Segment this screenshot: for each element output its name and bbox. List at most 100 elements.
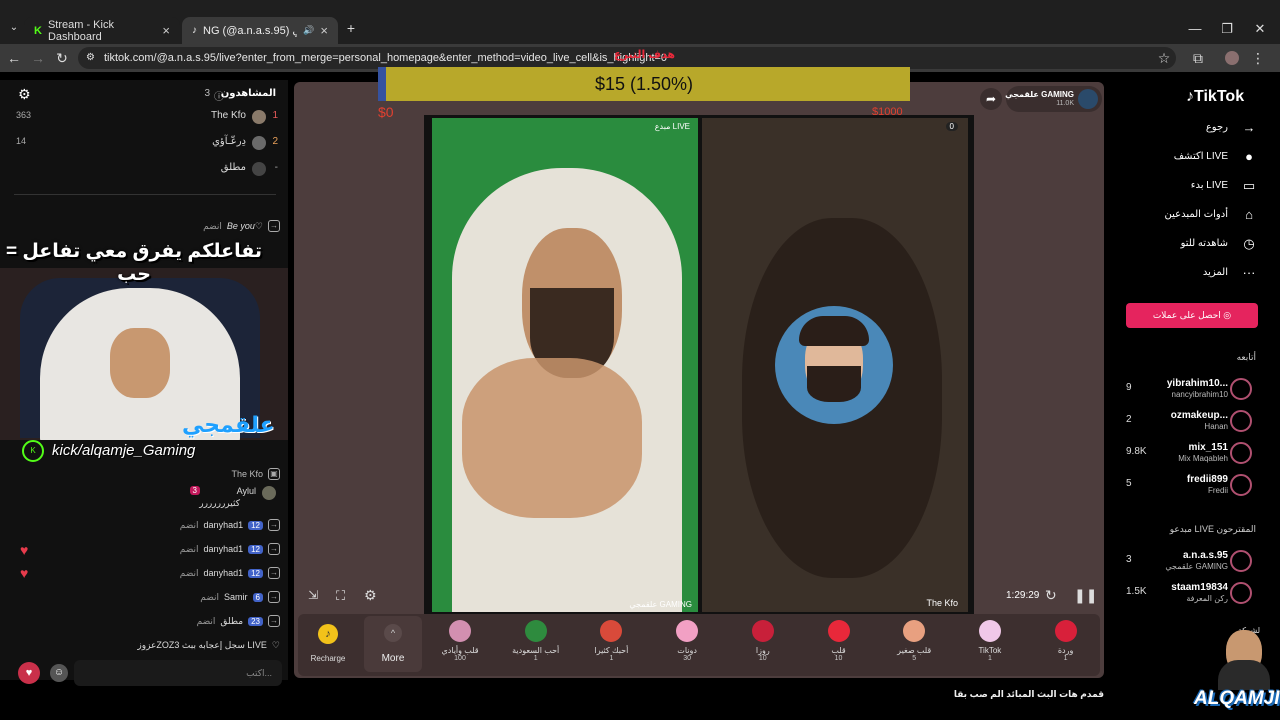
chat-row: انضم danyhad1 12 → — [8, 563, 280, 583]
gift-icon: ▣ — [268, 468, 280, 480]
info-icon[interactable]: ⓘ — [214, 88, 224, 103]
viewer-rank: - — [274, 162, 278, 173]
avatar — [1078, 89, 1098, 109]
account-row[interactable]: 3 a.n.a.s.95 علقمجي GAMING — [1126, 548, 1276, 574]
tab-tiktok-live[interactable]: ♪ NG (@a.n.a.s.95) علقمجي 🔊 × — [182, 17, 338, 44]
arrow-icon: → — [1242, 120, 1256, 135]
account-subtitle: علقمجي GAMING — [1165, 562, 1228, 571]
guest-video[interactable]: 0 The Kfo — [702, 118, 968, 612]
fullscreen-icon[interactable]: ⛶ — [336, 588, 345, 604]
chat-input[interactable]: اكتب... — [74, 660, 282, 686]
settings-gear-icon[interactable]: ⚙ — [18, 86, 31, 103]
nav-item[interactable]: أدوات المبدعين ⌂ — [1130, 207, 1260, 222]
pause-icon[interactable]: ❚❚ — [1074, 587, 1097, 604]
profile-avatar[interactable] — [1222, 48, 1242, 68]
streamer-header[interactable]: علقمجي GAMING 11.0K — [1005, 86, 1102, 112]
tiktok-logo[interactable]: ♪TikTok — [1186, 88, 1244, 106]
recharge-label: Recharge — [310, 654, 346, 663]
forward-icon[interactable]: → — [28, 48, 48, 68]
back-icon[interactable]: ← — [4, 48, 24, 68]
close-window-icon[interactable]: ✕ — [1245, 18, 1275, 40]
nav-item[interactable]: المزيد ··· — [1130, 265, 1260, 280]
account-row[interactable]: 1.5K staam19834 ركن المعرفة — [1126, 580, 1276, 606]
more-icon: ··· — [1242, 265, 1256, 280]
recharge-button[interactable]: ♪ Recharge — [302, 618, 354, 672]
viewer-score: 363 — [16, 110, 32, 120]
chat-username: The Kfo — [231, 469, 263, 479]
viewer-row[interactable]: مطلق - — [14, 162, 278, 184]
viewer-rank: 2 — [272, 136, 278, 147]
gift-icon — [903, 620, 926, 642]
gift-item[interactable]: أحب السعودية 1 — [506, 620, 566, 662]
nav-label: بدء LIVE — [1190, 180, 1228, 191]
gift-item[interactable]: قلب صغير 5 — [884, 620, 944, 662]
viewers-title: المشاهدون — [220, 88, 276, 99]
account-row[interactable]: 2 ozmakeup... Hanan — [1126, 408, 1276, 434]
close-icon[interactable]: × — [162, 23, 170, 38]
chat-username: danyhad1 — [203, 520, 244, 530]
donation-bar: $15 (1.50%) — [378, 67, 910, 101]
menu-icon[interactable]: ⋮ — [1248, 48, 1268, 68]
account-row[interactable]: 9 yibrahim10... nancyibrahim10 — [1126, 376, 1276, 402]
viewer-row[interactable]: 14 دِرعّـآؤي 2 — [14, 136, 278, 158]
share-icon[interactable]: ➦ — [980, 88, 1002, 110]
reload-icon[interactable]: ↻ — [52, 48, 72, 68]
gift-item[interactable]: TikTok 1 — [960, 620, 1020, 662]
coin-icon: ♪ — [318, 624, 338, 644]
nav-label: رجوع — [1205, 122, 1228, 133]
tab-search-icon[interactable]: ⌄ — [4, 18, 24, 38]
refresh-icon[interactable]: ↻ — [1045, 587, 1057, 604]
account-subtitle: Fredii — [1207, 486, 1228, 495]
close-icon[interactable]: × — [320, 23, 328, 38]
nav-item[interactable]: بدء LIVE ▭ — [1130, 178, 1260, 193]
streamer-name: علقمجي — [182, 412, 275, 437]
avatar — [1230, 378, 1252, 400]
pip-icon[interactable]: ⇲ — [308, 588, 318, 602]
divider — [14, 194, 276, 195]
avatar — [1230, 582, 1252, 604]
chat-username: danyhad1 — [203, 544, 244, 554]
gift-icon — [449, 620, 471, 642]
account-subtitle: Mix Maqableh — [1178, 454, 1228, 463]
extensions-icon[interactable]: ⧉ — [1188, 48, 1208, 68]
minimize-icon[interactable]: — — [1180, 18, 1210, 40]
heart-outline-icon: ♡ — [271, 639, 280, 650]
account-name: fredii899 — [1186, 474, 1228, 485]
nav-item[interactable]: شاهدته للتو ◷ — [1130, 236, 1260, 251]
tiktok-logo-text: TikTok — [1194, 88, 1245, 105]
avatar — [1230, 410, 1252, 432]
site-info-icon[interactable]: ⚙ — [86, 47, 95, 69]
nav-item[interactable]: اكتشف LIVE ● — [1130, 149, 1260, 164]
gift-item[interactable]: قلب 10 — [809, 620, 869, 662]
chat-row: انضم Samir 6 → — [8, 587, 280, 607]
chat-text: انضم — [179, 543, 199, 554]
more-gifts-button[interactable]: ^ More — [364, 616, 422, 672]
chat-username: مطلق — [220, 615, 244, 626]
chat-text: انضم — [179, 519, 199, 530]
maximize-icon[interactable]: ❐ — [1212, 18, 1242, 40]
gift-name: قلب — [831, 646, 846, 655]
gift-item[interactable]: أحبك كثيرا 1 — [581, 620, 641, 662]
donation-min: $0 — [378, 104, 394, 120]
speaker-icon[interactable]: 🔊 — [303, 25, 314, 36]
chat-row: كثيررررررر 3 Aylul — [8, 486, 280, 512]
nav-item[interactable]: رجوع → — [1130, 120, 1260, 135]
new-tab-icon[interactable]: + — [341, 18, 361, 38]
gift-item[interactable]: قلب وأيادي 100 — [430, 620, 490, 662]
guest-score: 0 — [945, 122, 958, 131]
tab-kick-dashboard[interactable]: K Stream - Kick Dashboard × — [24, 17, 180, 44]
gift-item[interactable]: روزا 10 — [733, 620, 793, 662]
heart-button[interactable]: ♥ — [18, 662, 40, 684]
emoji-icon[interactable]: ☺ — [50, 664, 68, 682]
viewer-row[interactable]: 363 The Kfo 1 — [14, 110, 278, 132]
account-row[interactable]: 9.8K mix_151 Mix Maqableh — [1126, 440, 1276, 466]
settings-icon[interactable]: ⚙ — [364, 587, 377, 604]
avatar — [252, 110, 266, 124]
host-video[interactable]: مبدع LIVE علقمجي GAMING — [432, 118, 698, 612]
account-row[interactable]: 5 fredii899 Fredii — [1126, 472, 1276, 498]
gift-item[interactable]: دونات 30 — [657, 620, 717, 662]
chat-text: انضم — [196, 615, 216, 626]
gift-item[interactable]: وردة 1 — [1036, 620, 1096, 662]
get-coins-button[interactable]: احصل على عملات ◎ — [1126, 303, 1258, 328]
bookmark-star-icon[interactable]: ☆ — [1154, 48, 1174, 68]
